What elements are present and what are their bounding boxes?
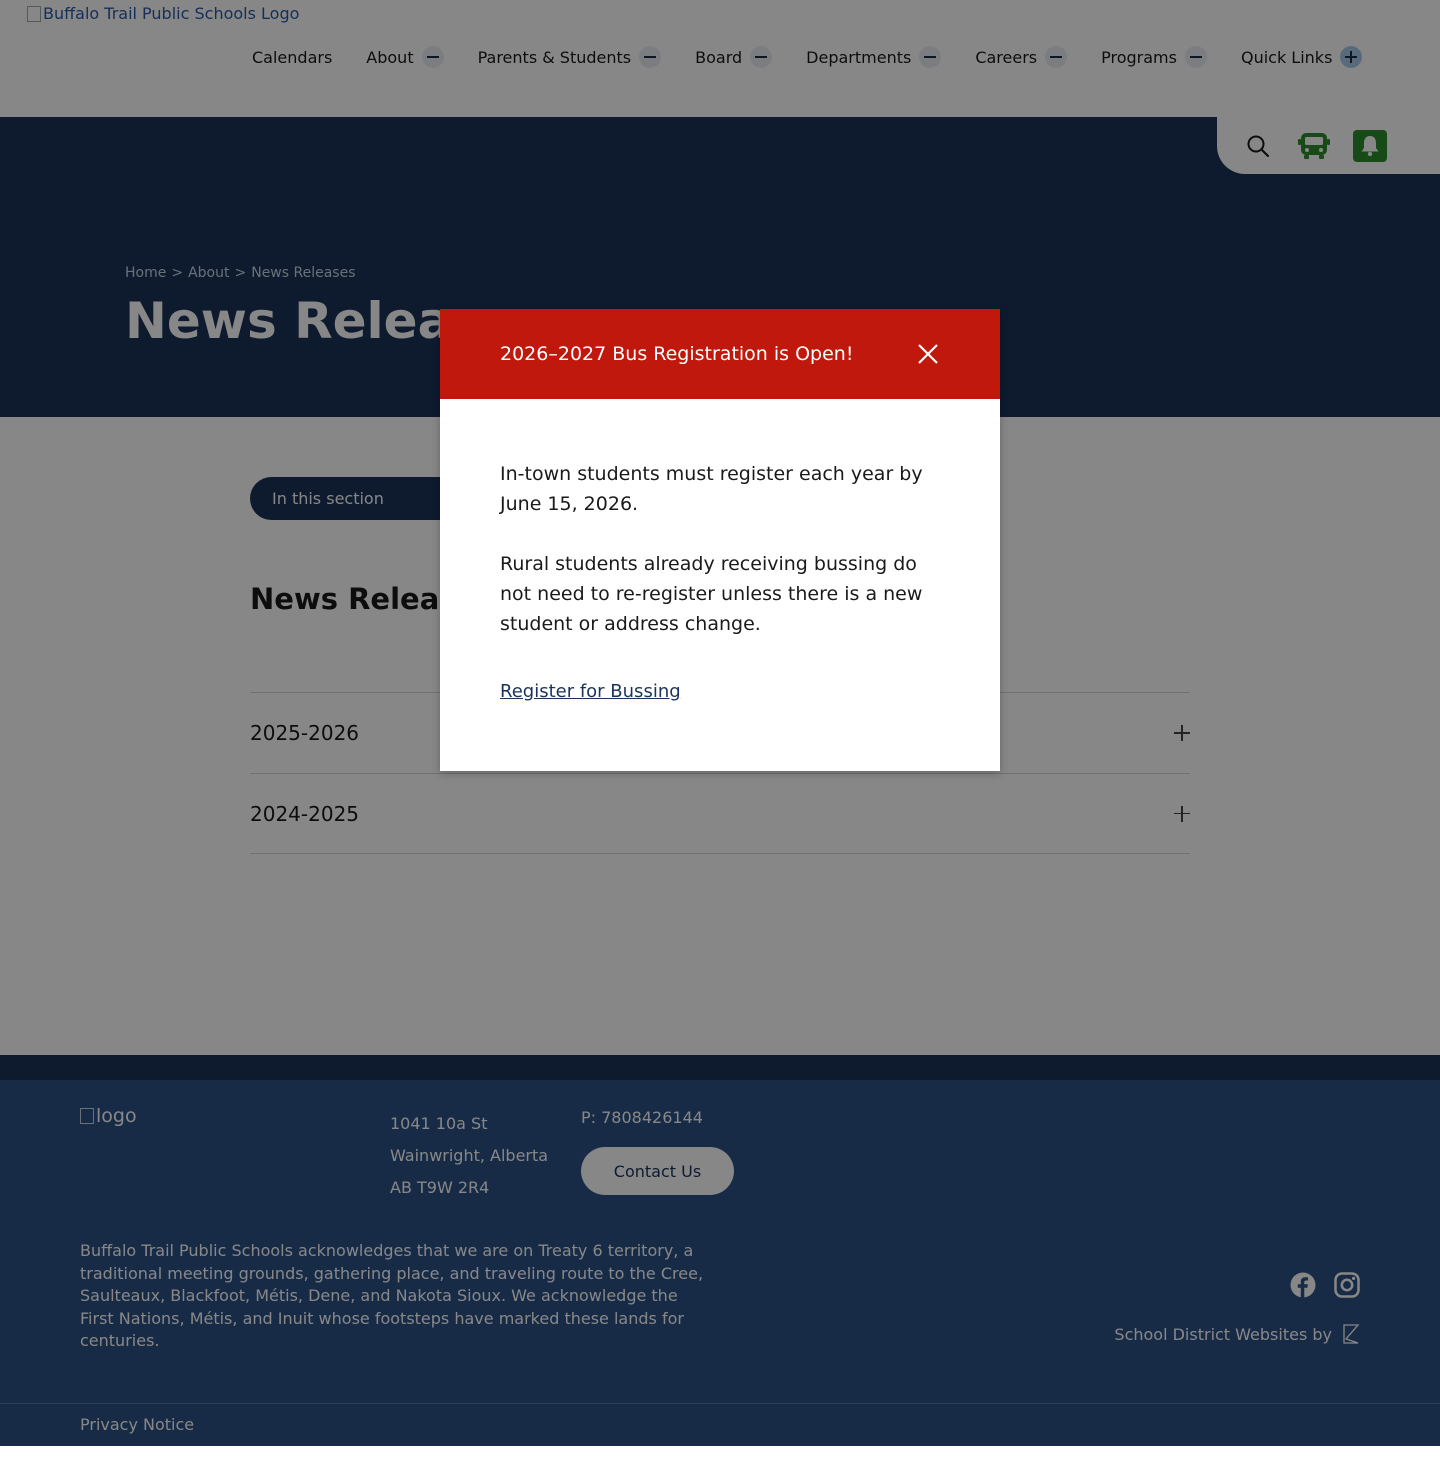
modal-close-button[interactable]: [916, 342, 940, 366]
modal-paragraph: Rural students already receiving bussing…: [500, 553, 923, 635]
modal-paragraph: In-town students must register each year…: [500, 463, 923, 515]
close-icon: [918, 344, 938, 364]
modal-header: 2026–2027 Bus Registration is Open!: [440, 309, 1000, 399]
bus-registration-modal: 2026–2027 Bus Registration is Open! In-t…: [440, 309, 1000, 771]
modal-body: In-town students must register each year…: [440, 399, 1000, 702]
register-for-bussing-link[interactable]: Register for Bussing: [500, 681, 681, 702]
modal-title: 2026–2027 Bus Registration is Open!: [500, 343, 854, 365]
